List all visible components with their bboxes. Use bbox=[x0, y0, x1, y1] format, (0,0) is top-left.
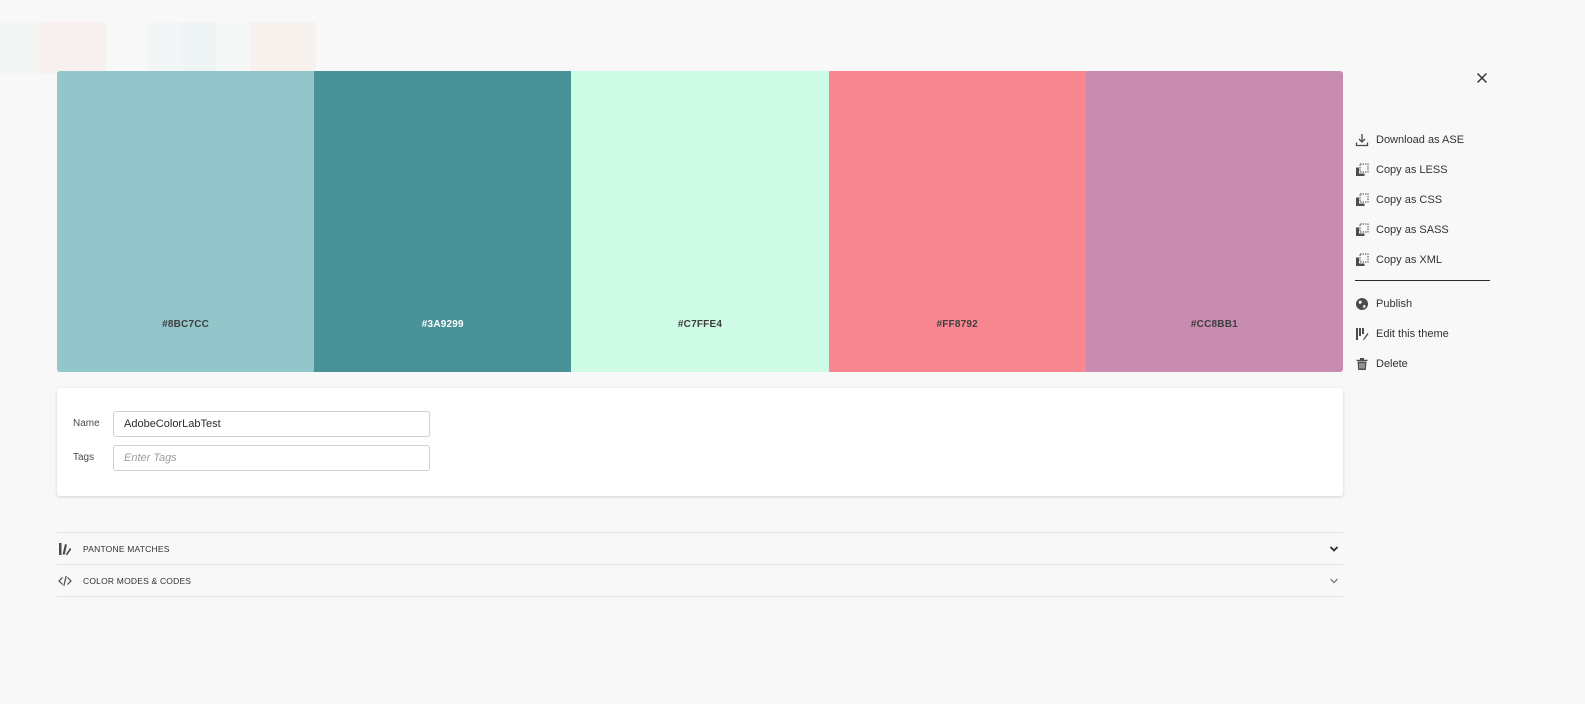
color-modes-accordion[interactable]: COLOR MODES & CODES bbox=[57, 564, 1343, 597]
copy-icon bbox=[1355, 193, 1369, 207]
close-icon bbox=[1477, 73, 1487, 83]
ghost-swatch bbox=[40, 22, 106, 74]
menu-item-label: Download as ASE bbox=[1376, 134, 1465, 146]
trash-icon bbox=[1355, 357, 1369, 371]
menu-item-label: Copy as LESS bbox=[1376, 164, 1448, 176]
pantone-matches-accordion[interactable]: PANTONE MATCHES bbox=[57, 532, 1343, 565]
ghost-swatch bbox=[250, 22, 316, 74]
ghost-swatch bbox=[216, 22, 250, 74]
edit-palette-icon bbox=[1355, 327, 1369, 341]
download-ase-button[interactable]: Download as ASE bbox=[1355, 132, 1464, 148]
copy-icon bbox=[1355, 223, 1369, 237]
ghost-swatch bbox=[182, 22, 216, 74]
ghost-swatch bbox=[106, 22, 148, 74]
copy-less-button[interactable]: Copy as LESS bbox=[1355, 162, 1448, 178]
accordion-label: COLOR MODES & CODES bbox=[83, 575, 192, 586]
edit-theme-button[interactable]: Edit this theme bbox=[1355, 326, 1449, 342]
publish-button[interactable]: Publish bbox=[1355, 296, 1412, 312]
menu-item-label: Copy as XML bbox=[1376, 254, 1443, 266]
code-icon bbox=[58, 574, 72, 588]
menu-item-label: Delete bbox=[1376, 358, 1408, 370]
tags-input[interactable] bbox=[113, 445, 430, 471]
name-label: Name bbox=[73, 418, 100, 429]
swatch-2[interactable]: #3A9299 bbox=[314, 71, 572, 372]
swatch-5[interactable]: #CC8BB1 bbox=[1085, 71, 1343, 372]
chevron-down-icon bbox=[1329, 546, 1339, 552]
copy-icon bbox=[1355, 163, 1369, 177]
delete-button[interactable]: Delete bbox=[1355, 356, 1408, 372]
menu-item-label: Edit this theme bbox=[1376, 328, 1449, 340]
swatch-hex-label: #3A9299 bbox=[421, 319, 464, 330]
background-theme-thumbnails bbox=[0, 22, 320, 74]
pantone-icon bbox=[58, 542, 72, 556]
swatch-hex-label: #FF8792 bbox=[936, 319, 978, 330]
copy-icon bbox=[1355, 253, 1369, 267]
globe-icon bbox=[1355, 297, 1369, 311]
swatch-1[interactable]: #8BC7CC bbox=[57, 71, 315, 372]
name-input[interactable] bbox=[113, 411, 430, 437]
accordion-label: PANTONE MATCHES bbox=[83, 544, 170, 554]
copy-xml-button[interactable]: Copy as XML bbox=[1355, 252, 1442, 268]
menu-item-label: Copy as SASS bbox=[1376, 224, 1449, 236]
theme-detail-page: #8BC7CC #3A9299 #C7FFE4 #FF8792 #CC8BB1 … bbox=[0, 0, 1585, 704]
menu-item-label: Copy as CSS bbox=[1376, 194, 1443, 206]
copy-sass-button[interactable]: Copy as SASS bbox=[1355, 222, 1449, 238]
ghost-swatch bbox=[148, 22, 182, 74]
copy-css-button[interactable]: Copy as CSS bbox=[1355, 192, 1442, 208]
download-icon bbox=[1355, 133, 1369, 147]
theme-info-card: Name Tags bbox=[57, 388, 1343, 496]
swatch-3[interactable]: #C7FFE4 bbox=[571, 71, 829, 372]
swatch-hex-label: #CC8BB1 bbox=[1190, 319, 1238, 330]
swatch-hex-label: #C7FFE4 bbox=[677, 319, 723, 330]
menu-item-label: Publish bbox=[1376, 298, 1413, 310]
close-button[interactable] bbox=[1474, 70, 1490, 86]
ghost-swatch bbox=[0, 22, 40, 74]
tags-label: Tags bbox=[73, 452, 95, 463]
swatch-4[interactable]: #FF8792 bbox=[828, 71, 1086, 372]
swatch-hex-label: #8BC7CC bbox=[162, 319, 210, 330]
chevron-down-icon bbox=[1330, 578, 1338, 584]
color-swatches: #8BC7CC #3A9299 #C7FFE4 #FF8792 #CC8BB1 bbox=[57, 71, 1343, 372]
menu-divider bbox=[1355, 280, 1490, 281]
